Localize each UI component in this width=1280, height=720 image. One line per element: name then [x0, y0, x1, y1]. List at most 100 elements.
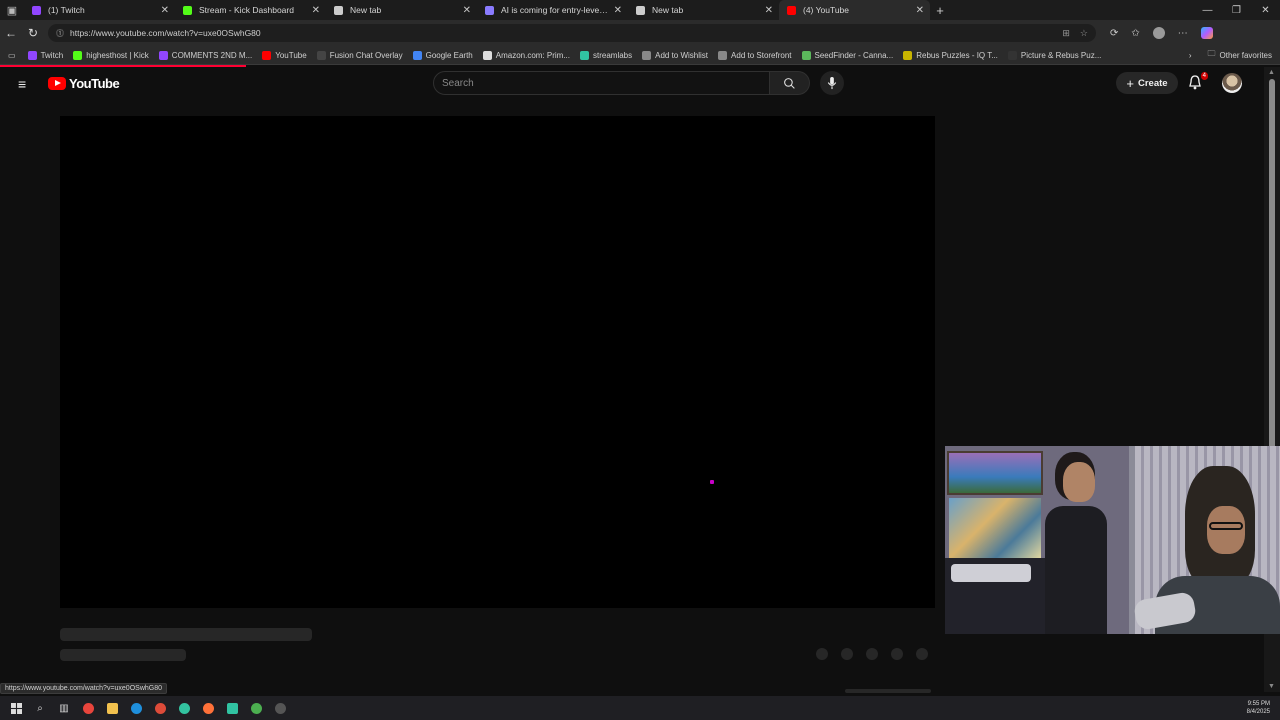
favorite-item[interactable]: Fusion Chat Overlay [316, 50, 403, 60]
bell-icon [1189, 75, 1201, 90]
edge-icon[interactable] [124, 696, 148, 720]
favorite-label: Fusion Chat Overlay [329, 50, 403, 60]
back-icon[interactable]: ← [0, 26, 22, 40]
extensions-icon[interactable]: ⟳ [1110, 28, 1118, 39]
other-favorites-folder[interactable]: 🗀 Other favorites [1208, 48, 1272, 62]
tab-title: Stream - Kick Dashboard [199, 5, 294, 15]
favorite-label: streamlabs [593, 50, 633, 60]
favorite-item[interactable]: Amazon.com: Prim... [482, 50, 570, 60]
streamlabs-icon[interactable] [220, 696, 244, 720]
tab-close-icon[interactable]: ✕ [916, 5, 924, 16]
windows-logo-icon [10, 702, 22, 714]
search-input[interactable] [433, 71, 770, 95]
favorite-label: Google Earth [425, 50, 473, 60]
favorite-favicon-icon [482, 50, 492, 60]
chrome-icon[interactable] [148, 696, 172, 720]
tab-search-icon[interactable]: ▭ [8, 51, 16, 60]
tab-close-icon[interactable]: ✕ [161, 5, 169, 16]
favorites-overflow-icon[interactable]: › [1189, 51, 1192, 60]
tab-close-icon[interactable]: ✕ [312, 5, 320, 16]
video-player[interactable] [60, 116, 935, 608]
scroll-down-icon[interactable]: ▼ [1268, 683, 1275, 690]
folder-icon: 🗀 [1207, 49, 1216, 58]
youtube-logo[interactable]: YouTube [48, 76, 120, 91]
tab-favicon-icon [485, 5, 494, 15]
favorite-item[interactable]: streamlabs [580, 50, 633, 60]
favorite-favicon-icon [903, 50, 913, 60]
firefox-icon[interactable] [196, 696, 220, 720]
favorites-icon[interactable]: ✩ [1131, 28, 1139, 39]
favorite-item[interactable]: Twitch [27, 50, 63, 60]
profile-icon[interactable] [1152, 27, 1165, 39]
favorite-star-icon[interactable]: ☆ [1080, 28, 1088, 39]
obs-icon[interactable] [268, 696, 292, 720]
copilot-icon[interactable] [1200, 27, 1213, 39]
browser-tab[interactable]: New tab ✕ [628, 0, 779, 20]
favorite-item[interactable]: Rebus Puzzles - IQ T... [903, 50, 998, 60]
taskbar-search-icon[interactable]: ⌕ [28, 696, 52, 720]
favorite-favicon-icon [642, 50, 652, 60]
refresh-icon[interactable]: ↻ [22, 26, 44, 40]
site-info-icon[interactable]: ⓵ [56, 28, 64, 39]
favorite-item[interactable]: highesthost | Kick [73, 50, 149, 60]
taskbar-app-icon[interactable] [76, 696, 100, 720]
minimize-icon[interactable]: — [1193, 5, 1222, 16]
browser-tab[interactable]: (1) Twitch ✕ [24, 0, 175, 20]
favorite-favicon-icon [27, 50, 37, 60]
favorite-item[interactable]: YouTube [262, 50, 307, 60]
mouse-cursor [710, 480, 714, 484]
new-tab-button[interactable]: + [930, 3, 950, 18]
address-bar[interactable]: ⓵ https://www.youtube.com/watch?v=uxe0OS… [48, 24, 1096, 42]
tab-favicon-icon [636, 5, 645, 15]
hamburger-menu-icon[interactable]: ≡ [18, 77, 32, 91]
start-button[interactable] [4, 696, 28, 720]
voice-search-button[interactable] [820, 71, 844, 95]
browser-tab[interactable]: New tab ✕ [326, 0, 477, 20]
create-button[interactable]: + Create [1116, 72, 1178, 94]
windows-taskbar: ⌕ ▥ 9:55 PM 8/4/2025 [0, 696, 1280, 720]
favorite-item[interactable]: COMMENTS 2ND M... [158, 50, 252, 60]
tab-actions-icon[interactable]: ▣ [0, 0, 24, 20]
favorite-label: Rebus Puzzles - IQ T... [916, 50, 998, 60]
skeleton-dot [891, 648, 903, 660]
scroll-up-icon[interactable]: ▲ [1268, 69, 1275, 76]
tab-title: AI is coming for entry-level jobs. [501, 5, 610, 15]
favorite-label: highesthost | Kick [86, 50, 149, 60]
person-left-head [1063, 462, 1095, 502]
tab-close-icon[interactable]: ✕ [614, 5, 622, 16]
favorites-list: Twitch highesthost | Kick COMMENTS 2ND M..… [27, 50, 1112, 60]
search-button[interactable] [770, 71, 810, 95]
tab-title: (4) YouTube [803, 5, 849, 15]
favorite-item[interactable]: Picture & Rebus Puz... [1007, 50, 1101, 60]
edge-active-icon[interactable] [172, 696, 196, 720]
account-avatar[interactable] [1222, 73, 1242, 93]
favorite-item[interactable]: Add to Wishlist [642, 50, 708, 60]
app-available-icon[interactable]: ⊞ [1062, 28, 1070, 39]
file-explorer-icon[interactable] [100, 696, 124, 720]
notifications-button[interactable]: 4 [1188, 72, 1208, 91]
system-clock[interactable]: 9:55 PM 8/4/2025 [1247, 700, 1270, 716]
plus-icon: + [1126, 75, 1134, 91]
tab-close-icon[interactable]: ✕ [765, 5, 773, 16]
favorite-favicon-icon [158, 50, 168, 60]
browser-tab[interactable]: Stream - Kick Dashboard ✕ [175, 0, 326, 20]
favorite-item[interactable]: Add to Storefront [718, 50, 792, 60]
webcam-poster [949, 498, 1041, 558]
address-bar-row: ← ↻ ⓵ https://www.youtube.com/watch?v=ux… [0, 20, 1280, 46]
favorites-bar: ▭ Twitch highesthost | Kick COMMENTS 2ND M… [0, 46, 1280, 65]
webcam-painting [947, 451, 1043, 495]
restore-icon[interactable]: ❐ [1222, 5, 1251, 16]
tab-title: New tab [652, 5, 684, 15]
chrome-alt-icon[interactable] [244, 696, 268, 720]
task-view-icon[interactable]: ▥ [52, 696, 76, 720]
favorite-item[interactable]: SeedFinder - Canna... [801, 50, 893, 60]
favorite-item[interactable]: Google Earth [412, 50, 473, 60]
browser-tab[interactable]: AI is coming for entry-level jobs. ✕ [477, 0, 628, 20]
close-window-icon[interactable]: ✕ [1251, 5, 1280, 16]
youtube-logo-text: YouTube [69, 76, 120, 91]
more-menu-icon[interactable]: ⋯ [1178, 28, 1188, 39]
favorite-label: Add to Storefront [731, 50, 792, 60]
tab-close-icon[interactable]: ✕ [463, 5, 471, 16]
notification-count-badge: 4 [1200, 72, 1208, 80]
browser-tab[interactable]: (4) YouTube ✕ [779, 0, 930, 20]
